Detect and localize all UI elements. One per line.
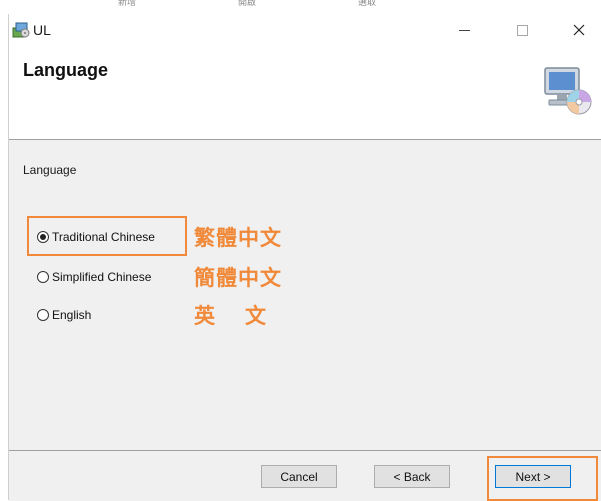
maximize-icon: [516, 24, 528, 36]
annotation-english: 英文: [194, 305, 296, 328]
radio-english[interactable]: English: [37, 308, 91, 322]
setup-wizard-window: UL Language Language Traditional Chinese…: [8, 14, 601, 501]
background-toolbar-label: 開啟: [238, 0, 257, 7]
maximize-button[interactable]: [499, 14, 545, 46]
setup-app-icon: [11, 19, 31, 39]
annotation-traditional-chinese: 繁體中文: [194, 227, 282, 250]
radio-button-selected[interactable]: [37, 231, 49, 243]
radio-label: English: [52, 308, 92, 322]
next-button[interactable]: Next >: [495, 465, 571, 488]
radio-button[interactable]: [37, 309, 49, 321]
radio-label: Traditional Chinese: [52, 230, 155, 244]
background-window-strip: 新增 開啟 選取: [0, 0, 601, 14]
radio-label: Simplified Chinese: [52, 270, 152, 284]
radio-simplified-chinese[interactable]: Simplified Chinese: [37, 270, 151, 284]
radio-button[interactable]: [37, 271, 49, 283]
radio-traditional-chinese[interactable]: Traditional Chinese: [37, 230, 155, 244]
minimize-button[interactable]: [441, 14, 487, 46]
page-title: Language: [23, 60, 109, 80]
close-button[interactable]: [556, 14, 601, 46]
title-bar[interactable]: UL: [9, 14, 601, 46]
cancel-button[interactable]: Cancel: [261, 465, 337, 488]
annotation-simplified-chinese: 簡體中文: [194, 267, 282, 290]
wizard-header: Language: [9, 46, 601, 140]
wizard-footer: Cancel < Back Next >: [9, 450, 601, 501]
minimize-icon: [458, 29, 470, 31]
computer-cd-icon: [541, 64, 593, 116]
back-button[interactable]: < Back: [374, 465, 450, 488]
wizard-content: Language Traditional Chinese 繁體中文 Simpli…: [9, 140, 601, 450]
background-toolbar-label: 選取: [358, 0, 377, 7]
background-toolbar-label: 新增: [118, 0, 137, 7]
window-title: UL: [33, 22, 51, 38]
radio-dot: [40, 234, 46, 240]
language-section-label: Language: [23, 163, 77, 177]
close-icon: [573, 24, 585, 36]
